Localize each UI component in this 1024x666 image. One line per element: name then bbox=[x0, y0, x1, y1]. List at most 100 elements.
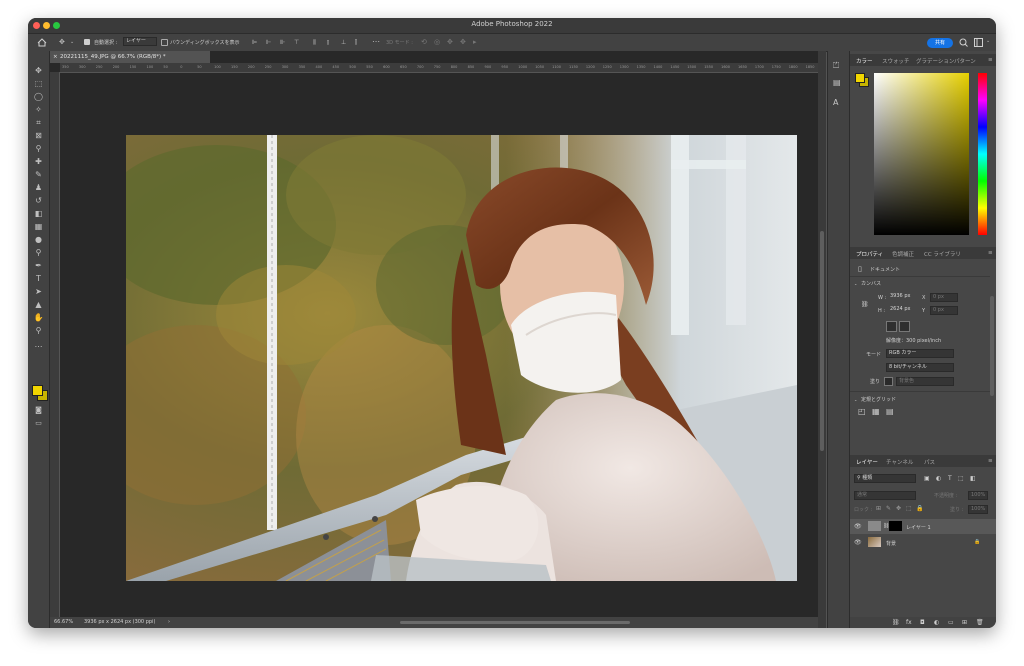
hand-tool-icon[interactable]: ✋ bbox=[32, 312, 45, 323]
3d-pan-icon[interactable]: ✥ bbox=[447, 39, 453, 46]
fill-dropdown[interactable]: 背景色 bbox=[896, 377, 954, 386]
close-tab-icon[interactable]: × bbox=[53, 51, 58, 63]
layer-name[interactable]: 背景 bbox=[886, 540, 896, 547]
filter-shape-icon[interactable]: ⬚ bbox=[958, 475, 964, 482]
share-button[interactable]: 共有 bbox=[927, 38, 953, 48]
canvas-chevron-icon[interactable]: ⌄ bbox=[854, 281, 857, 286]
edit-toolbar-icon[interactable]: ⋯ bbox=[32, 341, 45, 352]
lock-all-icon[interactable]: 🔒 bbox=[916, 505, 923, 512]
3d-slide-icon[interactable]: ✥ bbox=[460, 39, 466, 46]
mode-dropdown[interactable]: RGB カラー bbox=[886, 349, 954, 358]
search-icon[interactable] bbox=[959, 38, 968, 47]
visibility-eye-icon[interactable]: 👁 bbox=[854, 539, 862, 546]
add-mask-icon[interactable]: ◘ bbox=[920, 619, 925, 626]
layer-mask-thumbnail[interactable] bbox=[889, 521, 902, 531]
tab-properties[interactable]: プロパティ bbox=[856, 250, 883, 258]
comments-icon[interactable]: ▤ bbox=[833, 78, 841, 87]
zoom-tool-icon[interactable]: ⚲ bbox=[32, 325, 45, 336]
healing-brush-tool-icon[interactable]: ✚ bbox=[32, 156, 45, 167]
adjustment-layer-icon[interactable]: ◐ bbox=[934, 619, 939, 626]
tab-color[interactable]: カラー bbox=[856, 57, 873, 65]
ruler-icon[interactable]: ◰ bbox=[858, 407, 866, 416]
filter-pixel-icon[interactable]: ▣ bbox=[924, 475, 930, 482]
distribute-spacing-icon[interactable]: ⫿ bbox=[355, 39, 357, 46]
pen-tool-icon[interactable]: ✒ bbox=[32, 260, 45, 271]
tab-cc-libraries[interactable]: CC ライブラリ bbox=[924, 250, 961, 258]
tab-channels[interactable]: チャンネル bbox=[886, 458, 913, 466]
distribute-v-icon[interactable]: ⫾ bbox=[327, 39, 329, 46]
layer-filter-dropdown[interactable]: ⚲ 種類 bbox=[854, 474, 916, 483]
guides-icon[interactable]: ▤ bbox=[886, 407, 894, 416]
width-field[interactable]: 3936 px bbox=[888, 293, 920, 300]
crop-tool-icon[interactable]: ⌗ bbox=[32, 117, 45, 128]
layer-name[interactable]: レイヤー 1 bbox=[906, 524, 931, 531]
clone-stamp-tool-icon[interactable]: ♟ bbox=[32, 182, 45, 193]
frame-tool-icon[interactable]: ⊠ bbox=[32, 130, 45, 141]
lock-artboard-icon[interactable]: ⬚ bbox=[906, 505, 912, 512]
y-field[interactable]: 0 px bbox=[930, 306, 958, 315]
bounding-box-checkbox[interactable] bbox=[161, 39, 168, 46]
align-right-icon[interactable]: ⊪ bbox=[280, 39, 285, 46]
home-icon[interactable] bbox=[37, 38, 47, 47]
move-tool-icon[interactable]: ✥ bbox=[32, 65, 45, 76]
align-bottom-icon[interactable]: ⊥ bbox=[341, 39, 346, 46]
vertical-scroll-thumb[interactable] bbox=[820, 231, 824, 451]
filter-adjustment-icon[interactable]: ◐ bbox=[936, 475, 941, 482]
history-brush-tool-icon[interactable]: ↺ bbox=[32, 195, 45, 206]
more-options-icon[interactable]: ⋯ bbox=[372, 38, 380, 46]
3d-scale-icon[interactable]: ▸ bbox=[473, 39, 477, 46]
properties-menu-icon[interactable]: ≡ bbox=[988, 250, 993, 256]
eyedropper-tool-icon[interactable]: ⚲ bbox=[32, 143, 45, 154]
path-selection-tool-icon[interactable]: ➤ bbox=[32, 286, 45, 297]
quick-mask-icon[interactable]: ◙ bbox=[32, 405, 45, 416]
x-field[interactable]: 0 px bbox=[930, 293, 958, 302]
vertical-scrollbar[interactable] bbox=[818, 51, 826, 628]
landscape-orientation-icon[interactable] bbox=[899, 321, 910, 332]
zoom-level[interactable]: 66.67% bbox=[54, 617, 73, 628]
visibility-eye-icon[interactable]: 👁 bbox=[854, 523, 862, 530]
delete-layer-icon[interactable]: 🗑 bbox=[976, 619, 984, 626]
rulers-chevron-icon[interactable]: ⌄ bbox=[854, 397, 857, 402]
align-top-icon[interactable]: ⊤ bbox=[294, 39, 299, 46]
marquee-tool-icon[interactable]: ⬚ bbox=[32, 78, 45, 89]
tab-patterns[interactable]: パターン bbox=[954, 57, 976, 65]
align-center-icon[interactable]: ⊩ bbox=[266, 39, 271, 46]
grid-icon[interactable]: ▦ bbox=[872, 407, 880, 416]
filter-smart-icon[interactable]: ◧ bbox=[970, 475, 976, 482]
layer-row[interactable]: 👁 ⛓ レイヤー 1 bbox=[850, 519, 996, 534]
blend-mode-dropdown[interactable]: 通常 bbox=[854, 491, 916, 500]
portrait-orientation-icon[interactable] bbox=[886, 321, 897, 332]
new-layer-icon[interactable]: ⊞ bbox=[962, 619, 967, 626]
auto-select-dropdown[interactable]: レイヤー bbox=[123, 37, 157, 46]
brush-tool-icon[interactable]: ✎ bbox=[32, 169, 45, 180]
tab-layers[interactable]: レイヤー bbox=[856, 458, 878, 466]
tab-swatches[interactable]: スウォッチ bbox=[882, 57, 910, 65]
panel-menu-icon[interactable]: ≡ bbox=[988, 57, 993, 63]
link-dimensions-icon[interactable]: ⛓ bbox=[861, 301, 869, 308]
screen-mode-icon[interactable]: ▭ bbox=[32, 418, 45, 429]
layer-row[interactable]: 👁 背景 🔒 bbox=[850, 535, 996, 550]
move-tool-icon[interactable]: ✥ bbox=[59, 39, 65, 46]
lock-position-icon[interactable]: ✥ bbox=[896, 505, 901, 512]
align-left-icon[interactable]: ⊫ bbox=[252, 39, 257, 46]
lasso-tool-icon[interactable]: ◯ bbox=[32, 91, 45, 102]
link-layers-icon[interactable]: ⛓ bbox=[892, 619, 900, 626]
workspace-chevron-icon[interactable]: ⌄ bbox=[986, 38, 990, 45]
magic-wand-tool-icon[interactable]: ✧ bbox=[32, 104, 45, 115]
document-info[interactable]: 3936 px x 2624 px (300 ppi) bbox=[84, 617, 155, 628]
height-field[interactable]: 2624 px bbox=[888, 306, 920, 313]
opacity-field[interactable]: 100% bbox=[968, 491, 988, 500]
shape-tool-icon[interactable]: ▲ bbox=[32, 299, 45, 310]
blur-tool-icon[interactable]: ● bbox=[32, 234, 45, 245]
status-chevron-icon[interactable]: › bbox=[168, 617, 170, 628]
tab-adjustments[interactable]: 色調補正 bbox=[892, 250, 914, 258]
color-picker-field[interactable] bbox=[874, 73, 969, 235]
3d-rotate-icon[interactable]: ⟲ bbox=[421, 39, 427, 46]
fill-swatch[interactable] bbox=[884, 377, 893, 386]
fill-opacity-field[interactable]: 100% bbox=[968, 505, 988, 514]
chevron-down-icon[interactable]: ⌄ bbox=[70, 39, 74, 46]
character-icon[interactable]: A bbox=[833, 98, 838, 107]
workspace-icon[interactable] bbox=[974, 38, 983, 47]
3d-roll-icon[interactable]: ◎ bbox=[434, 39, 440, 46]
tab-paths[interactable]: パス bbox=[924, 458, 935, 466]
